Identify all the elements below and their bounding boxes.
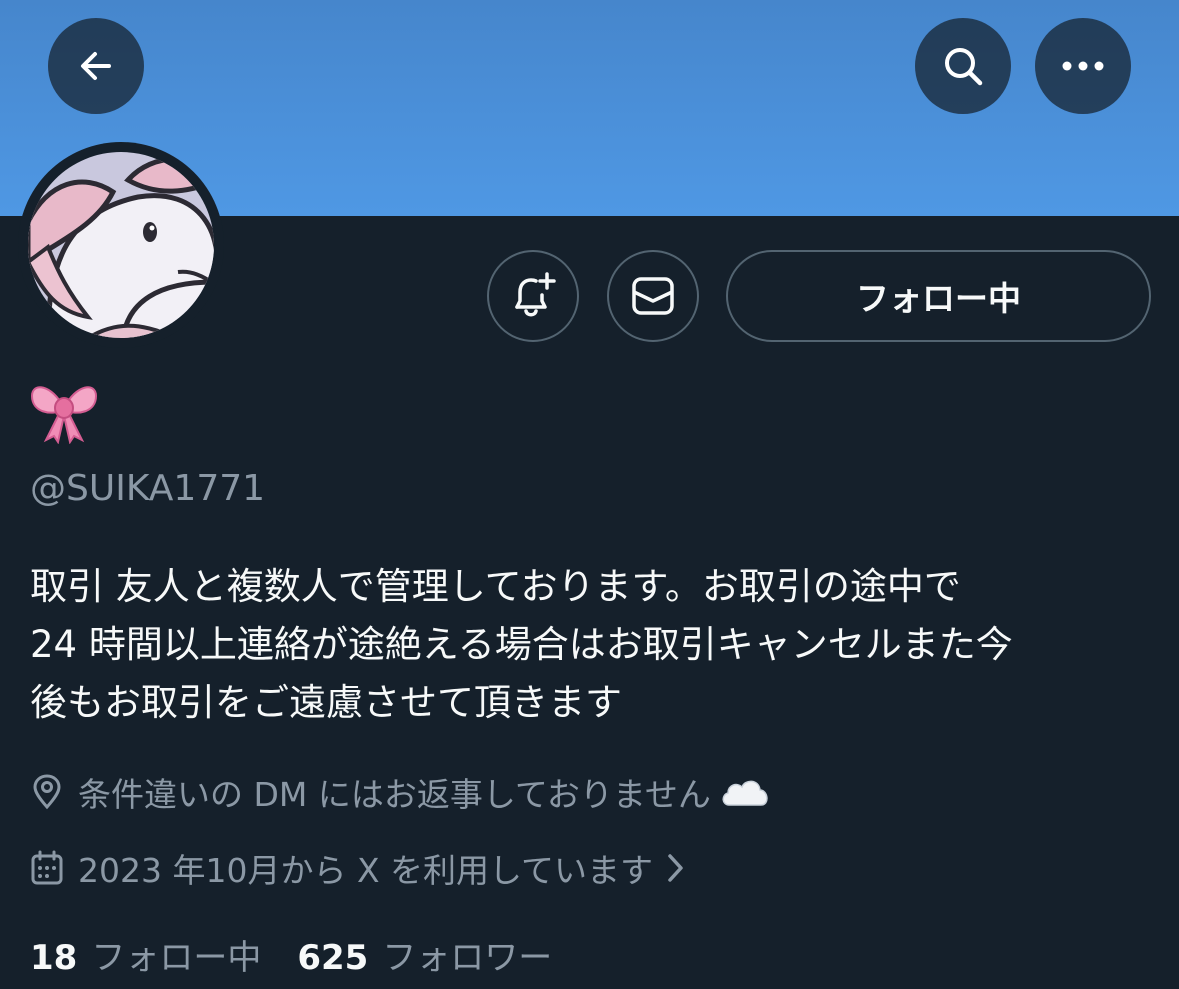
bio-line: 24 時間以上連絡が途絶える場合はお取引キャンセルまた今	[30, 623, 1013, 666]
location-text: 条件違いの DM にはお返事しておりません	[78, 775, 711, 814]
following-button[interactable]: フォロー中	[726, 250, 1151, 342]
profile-bio: 取引 友人と複数人で管理しております。お取引の途中で 24 時間以上連絡が途絶え…	[30, 558, 1160, 732]
bio-line: 後もお取引をご遠慮させて頂きます	[30, 681, 622, 724]
unicorn-avatar-image	[28, 152, 214, 338]
direct-message-button[interactable]	[607, 250, 699, 342]
followers-count[interactable]: 625	[297, 938, 368, 978]
profile-avatar[interactable]	[18, 142, 224, 348]
cloud-emoji	[719, 775, 771, 809]
ribbon-bow-emoji	[30, 386, 98, 445]
following-label[interactable]: フォロー中	[91, 930, 261, 979]
envelope-icon	[632, 277, 674, 315]
profile-location: 条件違いの DM にはお返事しておりません	[30, 768, 771, 816]
display-name	[28, 378, 100, 445]
location-pin-icon	[30, 774, 64, 810]
bio-line: 取引 友人と複数人で管理しております。お取引の途中で	[30, 565, 961, 608]
followers-label[interactable]: フォロワー	[382, 930, 552, 979]
search-icon	[945, 48, 983, 86]
profile-joined-date[interactable]: 2023 年10月から X を利用しています	[30, 844, 689, 892]
arrow-left-icon	[81, 52, 111, 80]
joined-text: 2023 年10月から X を利用しています	[78, 851, 654, 890]
bell-plus-icon	[515, 272, 556, 317]
search-button[interactable]	[915, 18, 1011, 114]
more-horizontal-icon	[1062, 61, 1104, 71]
profile-handle: @SUIKA1771	[30, 468, 266, 509]
calendar-icon	[30, 850, 64, 886]
profile-stats: 18 フォロー中 625 フォロワー	[30, 930, 588, 979]
notification-bell-button[interactable]	[487, 250, 579, 342]
chevron-right-icon	[661, 851, 689, 885]
back-button[interactable]	[48, 18, 144, 114]
more-options-button[interactable]	[1035, 18, 1131, 114]
following-count[interactable]: 18	[30, 938, 77, 978]
